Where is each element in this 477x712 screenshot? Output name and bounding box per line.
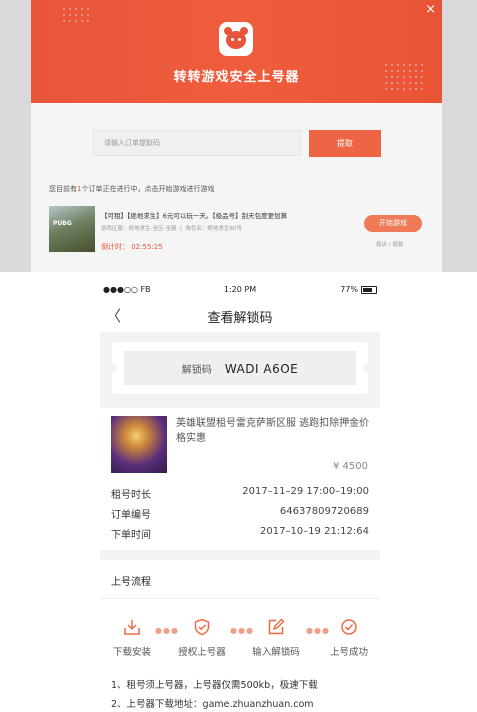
flow-title: 上号流程 <box>111 577 151 588</box>
divider <box>100 598 380 599</box>
status-bar: ●●●○○ FB 1:20 PM 77% <box>100 285 380 299</box>
step-label: 输入解锁码 <box>252 647 300 658</box>
nav-bar: 〈 查看解锁码 <box>100 300 380 332</box>
check-circle-icon <box>340 618 358 636</box>
game-thumb-text: PUBG <box>53 220 72 227</box>
product-thumbnail <box>111 416 167 473</box>
product-price: ¥ 4500 <box>333 461 368 472</box>
battery-percent: 77% <box>340 285 358 294</box>
unlock-code-value: WADI A6OE <box>224 362 299 376</box>
status-time: 1:20 PM <box>223 285 257 294</box>
step-authorize: 授权上号器 <box>172 618 232 658</box>
detail-value: 64637809720689 <box>279 506 369 517</box>
complain-refund-link[interactable]: 投诉 / 退款 <box>376 240 403 248</box>
detail-key: 租号时长 <box>111 490 151 501</box>
decor-dots <box>61 6 91 26</box>
phone-screen: ●●●○○ FB 1:20 PM 77% 〈 查看解锁码 解锁码 WADI A6… <box>100 280 380 712</box>
game-thumbnail: PUBG <box>49 206 95 252</box>
launcher-banner: × 转转游戏安全上号器 <box>31 0 442 103</box>
step-label: 上号成功 <box>329 647 368 658</box>
step-success: 上号成功 <box>319 618 379 658</box>
order-meta: 游戏区服：绝地求生-全区-全服 | 角色名：绝地求生80号 <box>101 226 242 232</box>
battery-icon <box>361 285 377 294</box>
battery-status: 77% <box>340 285 377 294</box>
detail-value: 2017–10–19 21:12:64 <box>260 526 369 537</box>
bear-logo-icon <box>219 22 253 56</box>
order-region: 游戏区服：绝地求生-全区-全服 <box>101 226 177 232</box>
desktop-launcher-screenshot: × 转转游戏安全上号器 请输入订单提取码 提取 您目前有1个订单正在进行中，点击… <box>0 0 477 272</box>
order-role: 角色名：绝地求生80号 <box>185 226 242 232</box>
note-line: 2、上号器下载地址：game.zhuanzhuan.com <box>111 699 314 710</box>
step-download: 下载安装 <box>102 618 162 658</box>
extract-code-input[interactable]: 请输入订单提取码 <box>93 130 301 156</box>
product-name: 英雄联盟租号雷克萨斯区服 逃跑扣除押金价格实惠 <box>176 418 370 444</box>
order-notice: 您目前有1个订单正在进行中，点击开始游戏进行游戏 <box>49 184 214 194</box>
page-title: 查看解锁码 <box>207 311 273 326</box>
step-enter-code: 输入解锁码 <box>246 618 306 658</box>
detail-key: 订单编号 <box>111 510 151 521</box>
close-icon[interactable]: × <box>425 2 436 17</box>
step-label: 下载安装 <box>112 647 151 658</box>
countdown-timer: 倒计时： 02:55:25 <box>101 243 163 251</box>
note-line: 1、租号须上号器，上号器仅需500kb，极速下载 <box>111 680 318 691</box>
notice-suffix: 个订单正在进行中，点击开始游戏进行游戏 <box>81 185 215 193</box>
banner-title: 转转游戏安全上号器 <box>173 70 300 85</box>
detail-value: 2017–11–29 17:00–19:00 <box>242 486 369 497</box>
launcher-window: × 转转游戏安全上号器 请输入订单提取码 提取 您目前有1个订单正在进行中，点击… <box>31 0 442 272</box>
extract-button[interactable]: 提取 <box>309 130 381 157</box>
section-divider-bg <box>100 550 380 560</box>
start-game-button[interactable]: 开始游戏 <box>364 215 422 232</box>
detail-key: 下单时间 <box>111 530 151 541</box>
step-label: 授权上号器 <box>178 647 226 658</box>
order-title: 【可租】【绝地求生】6元可以玩一天。【极品号】刮天包度更划算 <box>101 212 288 220</box>
unlock-code-card: 解锁码 WADI A6OE <box>107 342 373 394</box>
notice-prefix: 您目前有 <box>49 185 77 193</box>
download-icon <box>123 618 141 636</box>
unlock-code-label: 解锁码 <box>181 365 212 376</box>
edit-icon <box>267 618 285 636</box>
shield-check-icon <box>193 618 211 636</box>
unlock-code-box[interactable]: 解锁码 WADI A6OE <box>124 351 356 385</box>
